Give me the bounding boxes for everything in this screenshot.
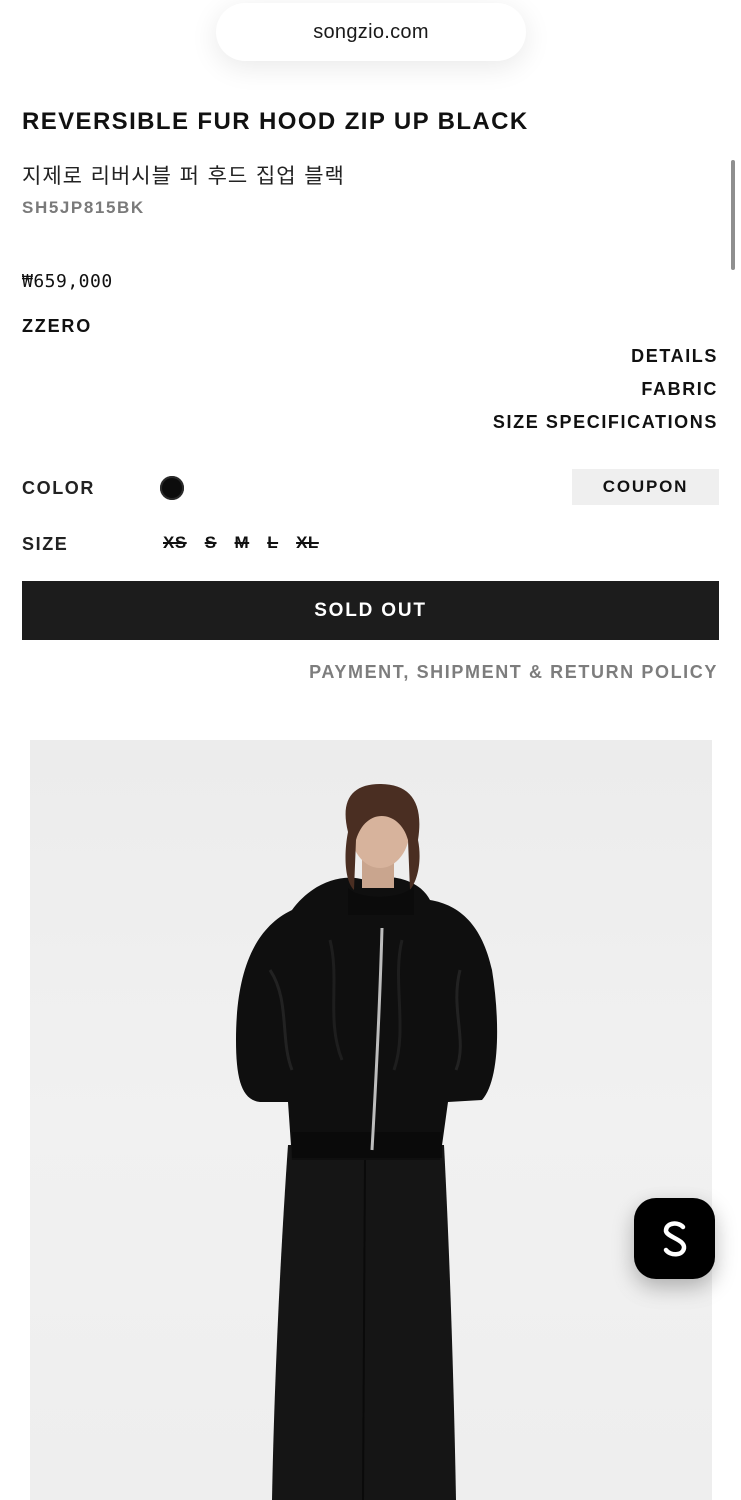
color-label: COLOR	[22, 478, 95, 498]
product-sku: SH5JP815BK	[22, 198, 145, 217]
model-photo	[236, 784, 498, 1500]
size-option-xs[interactable]: XS	[163, 533, 187, 553]
size-label: SIZE	[22, 534, 69, 554]
size-option-l[interactable]: L	[267, 533, 278, 553]
chat-button[interactable]	[634, 1198, 715, 1279]
info-links: DETAILS FABRIC SIZE SPECIFICATIONS	[493, 340, 718, 439]
color-swatch-black[interactable]	[160, 476, 184, 500]
size-option-m[interactable]: M	[235, 533, 250, 553]
details-link[interactable]: DETAILS	[493, 340, 718, 373]
sold-out-button[interactable]: SOLD OUT	[22, 581, 719, 640]
s-logo-icon	[663, 1220, 686, 1256]
product-title: REVERSIBLE FUR HOOD ZIP UP BLACK	[22, 108, 529, 135]
size-option-s[interactable]: S	[205, 533, 217, 553]
size-specifications-link[interactable]: SIZE SPECIFICATIONS	[493, 406, 718, 439]
scroll-indicator[interactable]	[731, 160, 735, 270]
url-text: songzio.com	[313, 20, 429, 43]
fabric-link[interactable]: FABRIC	[493, 373, 718, 406]
brand-link[interactable]: ZZERO	[22, 316, 92, 337]
product-price: ₩659,000	[22, 271, 113, 292]
product-title-korean: 지제로 리버시블 퍼 후드 집업 블랙	[22, 164, 345, 188]
url-bar[interactable]: songzio.com	[216, 3, 526, 61]
size-option-xl[interactable]: XL	[296, 533, 319, 553]
coupon-button[interactable]: COUPON	[572, 469, 719, 505]
policy-link[interactable]: PAYMENT, SHIPMENT & RETURN POLICY	[309, 662, 718, 683]
product-page: songzio.com REVERSIBLE FUR HOOD ZIP UP B…	[0, 0, 741, 1500]
product-image[interactable]	[30, 740, 712, 1500]
size-options: XS S M L XL	[163, 533, 337, 553]
